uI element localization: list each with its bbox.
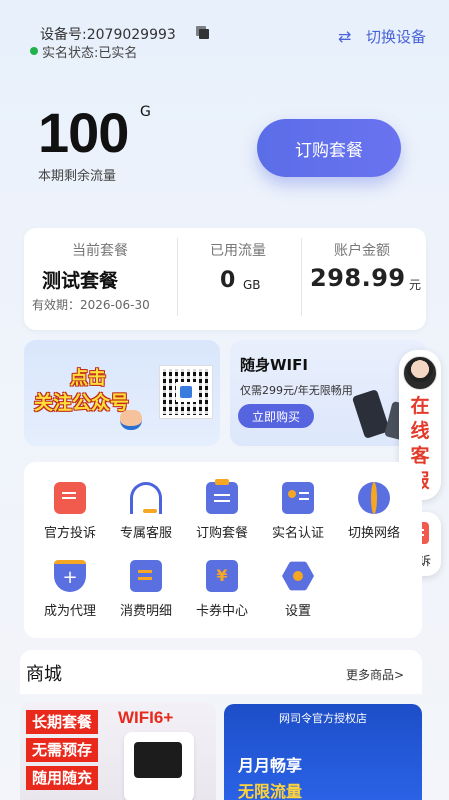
- used-data-unit: GB: [243, 278, 261, 292]
- bill-icon: [130, 560, 162, 592]
- more-products-link[interactable]: 更多商品>: [346, 666, 404, 683]
- wifi-subtitle: 仅需299元/年无限畅用: [240, 384, 353, 397]
- balance-title: 账户金额: [334, 243, 390, 259]
- buy-plan-button[interactable]: 订购套餐: [257, 119, 401, 177]
- authorized-store-label: 网司令官方授权店: [279, 712, 367, 725]
- product-card-wifi6[interactable]: 长期套餐 无需预存 随用随充 WIFI6+: [20, 702, 216, 800]
- wifi6-badge: WIFI6+: [118, 708, 174, 727]
- menu-label: 实名认证: [271, 526, 324, 541]
- portable-wifi-banner[interactable]: 随身WIFI 仅需299元/年无限畅用 立即购买: [230, 340, 426, 446]
- menu-item-complaint[interactable]: 官方投诉: [32, 482, 108, 541]
- id-card-icon: [282, 482, 314, 514]
- complaint-icon: [54, 482, 86, 514]
- menu-label: 专属客服: [119, 526, 172, 541]
- copy-icon[interactable]: [196, 26, 210, 40]
- used-data-section: 已用流量: [178, 228, 300, 330]
- menu-item-settings[interactable]: 设置: [260, 560, 336, 619]
- current-plan-title: 当前套餐: [72, 243, 128, 259]
- globe-icon: [358, 482, 390, 514]
- remaining-data-unit: G: [140, 104, 151, 120]
- plan-valid-date: 有效期：2026-06-30: [32, 298, 150, 312]
- menu-item-coupons[interactable]: 卡券中心: [184, 560, 260, 619]
- product-tag: 随用随充: [26, 766, 99, 790]
- menu-label: 切换网络: [347, 526, 400, 541]
- menu-label: 成为代理: [43, 604, 96, 619]
- router-image: [124, 732, 194, 800]
- unlimited-label: 无限流量: [238, 782, 303, 800]
- product-tag: 无需预存: [26, 738, 99, 762]
- menu-label: 消费明细: [119, 604, 172, 619]
- menu-label: 订购套餐: [195, 526, 248, 541]
- verification-status: 实名状态:已实名: [42, 46, 138, 61]
- header: 设备号:2079029993 实名状态:已实名 ⇄ 切换设备: [0, 0, 449, 100]
- function-menu: 官方投诉 专属客服 订购套餐 实名认证 切换网络 成为代理 消费明细 卡券中心 …: [24, 462, 422, 638]
- balance-value: 298.99: [310, 264, 406, 292]
- status-dot-icon: [30, 47, 38, 55]
- shield-plus-icon: [54, 560, 86, 592]
- swap-arrows-icon: ⇄: [338, 27, 352, 46]
- clipboard-icon: [206, 479, 238, 514]
- follow-official-account-banner[interactable]: 点击 关注公众号: [24, 340, 220, 446]
- used-data-value: 0: [220, 268, 236, 293]
- headset-icon: [130, 482, 162, 514]
- menu-item-verification[interactable]: 实名认证: [260, 482, 336, 541]
- remaining-data-value: 100: [38, 101, 129, 164]
- buy-now-button[interactable]: 立即购买: [238, 404, 314, 428]
- shop-header: 商城 更多商品>: [20, 650, 422, 694]
- monthly-label: 月月畅享: [238, 756, 303, 775]
- follow-badge-line2: 关注公众号: [34, 392, 130, 414]
- menu-item-billing[interactable]: 消费明细: [108, 560, 184, 619]
- menu-item-order-plan[interactable]: 订购套餐: [184, 479, 260, 541]
- menu-item-customer-service[interactable]: 专属客服: [108, 482, 184, 541]
- menu-label: 卡券中心: [195, 604, 248, 619]
- gear-icon: [282, 561, 314, 591]
- follow-badge-line1: 点击: [70, 368, 106, 389]
- device-number: 设备号:2079029993: [40, 27, 176, 43]
- coupon-icon: [206, 560, 238, 592]
- product-tag: 长期套餐: [26, 710, 99, 734]
- plan-name: 测试套餐: [42, 270, 119, 292]
- switch-device-label: 切换设备: [366, 28, 427, 46]
- avatar: [403, 356, 437, 390]
- wifi-title: 随身WIFI: [240, 356, 308, 374]
- remaining-data-label: 本期剩余流量: [38, 169, 117, 184]
- shop-title: 商城: [26, 664, 62, 685]
- menu-item-switch-network[interactable]: 切换网络: [336, 482, 412, 541]
- pointing-hand-icon: [120, 410, 142, 430]
- switch-device-button[interactable]: ⇄ 切换设备: [338, 26, 426, 47]
- product-card-unlimited[interactable]: 网司令官方授权店 月月畅享 无限流量: [224, 704, 422, 800]
- current-plan-section[interactable]: 当前套餐 测试套餐 有效期：2026-06-30: [24, 228, 176, 330]
- menu-label: 官方投诉: [43, 526, 96, 541]
- menu-item-become-agent[interactable]: 成为代理: [32, 560, 108, 619]
- menu-label: 设置: [284, 604, 311, 619]
- used-data-title: 已用流量: [210, 243, 266, 259]
- account-info-card: 当前套餐 测试套餐 有效期：2026-06-30 已用流量 0 GB 账户金额 …: [24, 228, 426, 330]
- qr-logo-icon: [180, 386, 192, 398]
- balance-unit: 元: [409, 278, 422, 292]
